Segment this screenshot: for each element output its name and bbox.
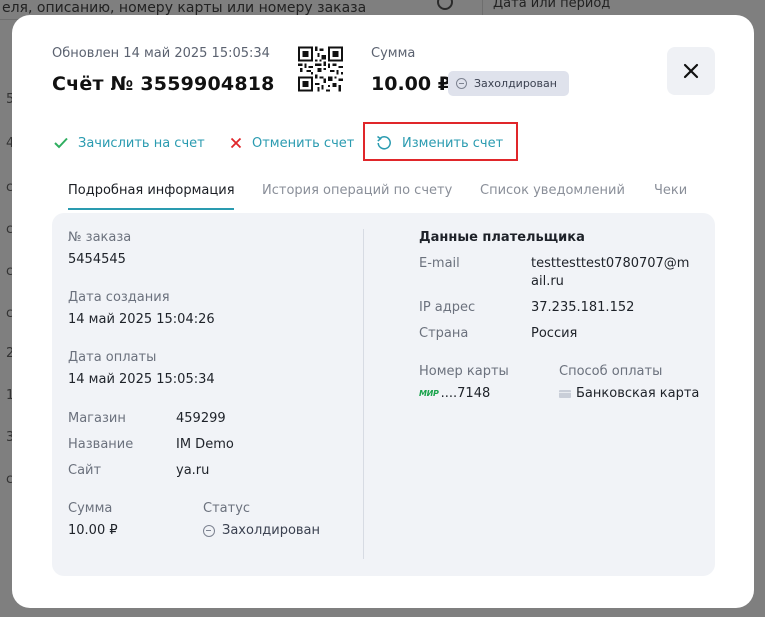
close-button[interactable] [667, 47, 715, 95]
amount-value: 10.00 ₽ [68, 523, 118, 538]
hold-icon [456, 78, 467, 89]
updated-timestamp: Обновлен 14 май 2025 15:05:34 [52, 46, 270, 61]
email-value-line1: testtesttest0780707@m [531, 256, 690, 271]
status-badge: Захолдирован [448, 71, 569, 96]
bank-card-icon [559, 389, 571, 398]
sum-label: Сумма [371, 46, 416, 61]
card-number-value: МИР ....7148 [419, 386, 490, 401]
site-label: Сайт [68, 463, 102, 478]
column-divider [363, 229, 364, 559]
credit-invoice-label: Зачислить на счет [78, 135, 205, 151]
check-icon [54, 137, 68, 149]
order-number-value: 5454545 [68, 252, 126, 267]
mir-logo-icon: МИР [419, 389, 439, 398]
shop-value: 459299 [176, 411, 226, 426]
shop-name-value: IM Demo [176, 437, 234, 452]
qr-code-icon[interactable] [298, 46, 343, 92]
created-date-value: 14 май 2025 15:04:26 [68, 312, 215, 327]
created-date-label: Дата создания [68, 290, 170, 305]
cancel-invoice-button[interactable]: Отменить счет [230, 132, 354, 154]
cancel-invoice-label: Отменить счет [252, 135, 355, 151]
edit-button-highlight [363, 122, 518, 161]
ip-label: IP адрес [419, 300, 476, 315]
shop-label: Магазин [68, 411, 126, 426]
paid-date-value: 14 май 2025 15:05:34 [68, 372, 215, 387]
payment-method-text: Банковская карта [576, 386, 700, 401]
payer-section-title: Данные плательщика [419, 230, 585, 245]
details-panel: № заказа 5454545 Дата создания 14 май 20… [52, 213, 715, 576]
tab-operations-history[interactable]: История операций по счету [262, 183, 452, 198]
cross-icon [230, 137, 242, 149]
payment-method-value: Банковская карта [559, 386, 699, 401]
ip-value: 37.235.181.152 [531, 300, 635, 315]
amount-label: Сумма [68, 501, 113, 516]
status-label: Статус [203, 501, 251, 516]
shop-name-label: Название [68, 437, 134, 452]
close-icon [683, 63, 699, 79]
tab-receipts[interactable]: Чеки [654, 183, 687, 198]
status-value: Захолдирован [203, 523, 320, 538]
active-tab-underline [68, 208, 234, 210]
email-value-line2: ail.ru [531, 274, 564, 289]
status-badge-label: Захолдирован [474, 77, 557, 90]
credit-invoice-button[interactable]: Зачислить на счет [54, 132, 205, 154]
paid-date-label: Дата оплаты [68, 350, 157, 365]
email-label: E-mail [419, 256, 460, 271]
country-label: Страна [419, 326, 469, 341]
sum-value: 10.00 ₽ [371, 73, 451, 95]
card-number-text: ....7148 [440, 386, 491, 401]
tab-notifications[interactable]: Список уведомлений [480, 183, 625, 198]
invoice-title: Счёт № 3559904818 [52, 73, 275, 95]
status-value-text: Захолдирован [222, 523, 321, 538]
payment-method-label: Способ оплаты [559, 364, 663, 379]
country-value: Россия [531, 326, 578, 341]
hold-icon [203, 524, 215, 537]
invoice-modal: Обновлен 14 май 2025 15:05:34 Счёт № 355… [12, 15, 754, 608]
site-value: ya.ru [176, 463, 210, 478]
order-number-label: № заказа [68, 230, 132, 245]
tab-details[interactable]: Подробная информация [68, 183, 235, 198]
card-number-label: Номер карты [419, 364, 509, 379]
